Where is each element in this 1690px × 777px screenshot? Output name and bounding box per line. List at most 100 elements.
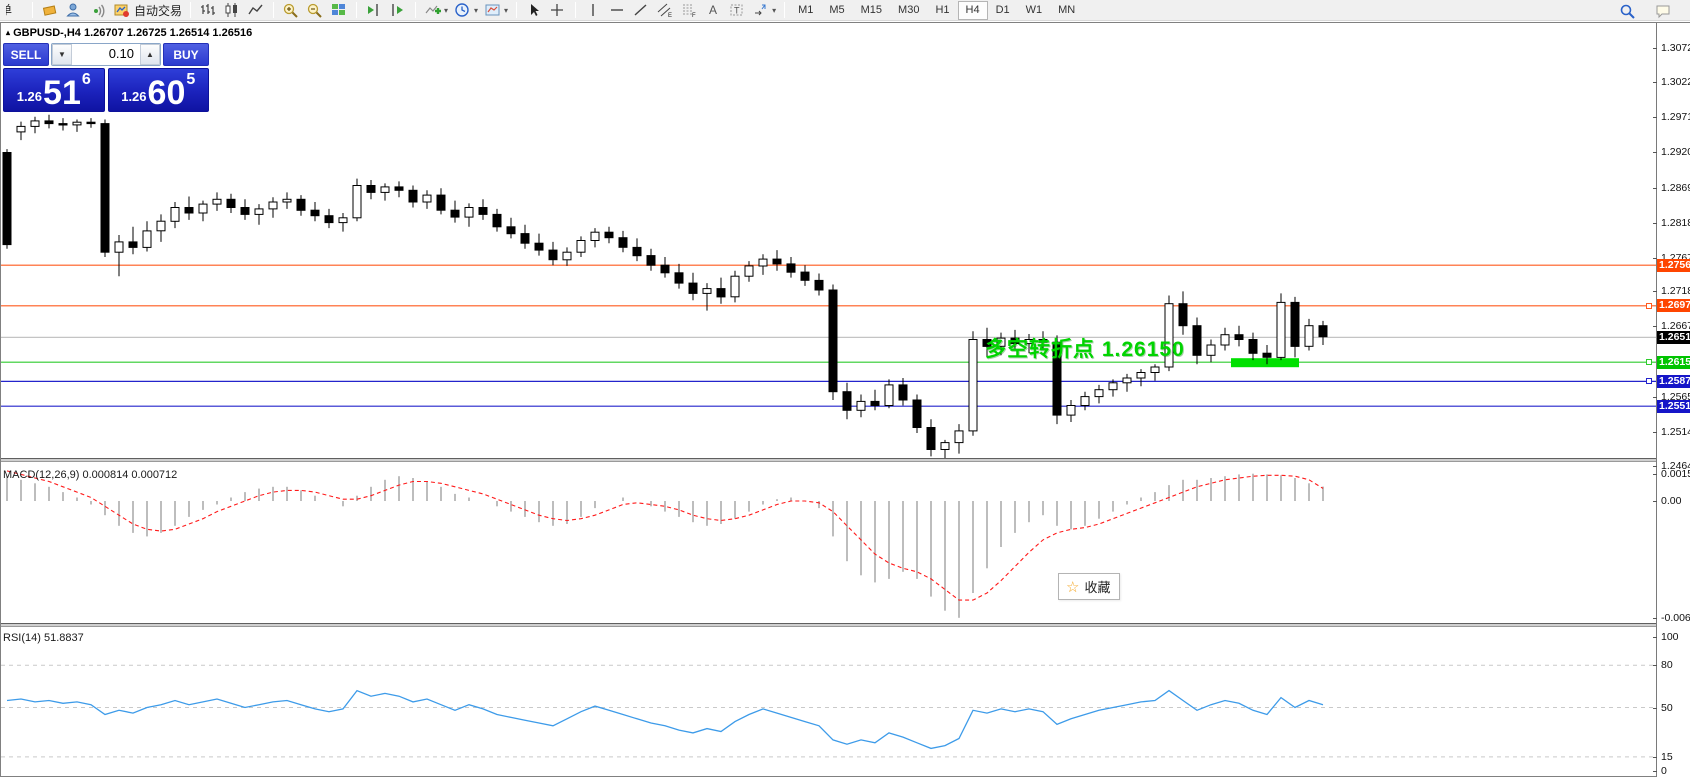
price-tag-1.2651: 1.2651 xyxy=(1657,331,1690,344)
price-1.2565-tick xyxy=(1653,397,1657,398)
rsi-100-label: 100 xyxy=(1661,631,1679,643)
signal-icon xyxy=(89,2,107,18)
chart-window[interactable]: ▴ GBPUSD-,H4 1.26707 1.26725 1.26514 1.2… xyxy=(0,22,1690,777)
svg-text:F: F xyxy=(692,13,696,18)
periods-button[interactable]: ▾ xyxy=(451,1,481,20)
rsi-15-label: 15 xyxy=(1661,751,1673,763)
add-indicator-icon xyxy=(424,2,442,18)
rsi-0-label: 0 xyxy=(1661,765,1667,777)
equidistant-channel-icon: E xyxy=(656,2,674,18)
svg-text:E: E xyxy=(668,13,672,18)
vertical-line-button[interactable] xyxy=(581,1,605,20)
chart-shift-button[interactable] xyxy=(362,1,386,20)
price-1.2971-label: 1.2971 xyxy=(1661,111,1690,123)
cursor-icon xyxy=(525,2,543,18)
crosshair-button[interactable] xyxy=(546,1,570,20)
line-handle-1.2697[interactable] xyxy=(1646,303,1652,309)
zoom-out-button[interactable] xyxy=(303,1,327,20)
toolbar-separator xyxy=(356,2,357,18)
sell-price-prefix: 1.26 xyxy=(17,89,42,104)
tile-windows-icon xyxy=(330,2,348,18)
macd-panel-sizer[interactable] xyxy=(1,458,1690,462)
volume-decrease-button[interactable]: ▼ xyxy=(52,44,72,65)
rsi-15-tick xyxy=(1653,757,1657,758)
rsi-panel-graphics xyxy=(7,691,1323,749)
favorite-tooltip[interactable]: ☆ 收藏 xyxy=(1058,573,1120,600)
text-label-button[interactable]: T xyxy=(725,1,749,20)
sell-button[interactable]: SELL xyxy=(3,43,49,66)
price-tag-1.2697: 1.2697 xyxy=(1657,299,1690,312)
rsi-label: RSI(14) 51.8837 xyxy=(3,632,84,644)
chart-autoscroll-button[interactable] xyxy=(386,1,410,20)
rsi-50-label: 50 xyxy=(1661,702,1673,714)
timeframe-m15-button[interactable]: M15 xyxy=(853,1,890,20)
equidistant-channel-button[interactable]: E xyxy=(653,1,677,20)
one-click-trade-panel: SELL ▼ 0.10 ▲ BUY 1.26 51 6 1.26 60 5 xyxy=(3,43,209,112)
modify-order-button[interactable] xyxy=(38,1,62,20)
price-1.2971-tick xyxy=(1653,117,1657,118)
timeframe-m1-button[interactable]: M1 xyxy=(790,1,821,20)
shapes-button[interactable]: ▾ xyxy=(749,1,779,20)
search-icon xyxy=(1619,3,1637,19)
line-handle-1.2615[interactable] xyxy=(1646,359,1652,365)
trend-line-button[interactable] xyxy=(629,1,653,20)
volume-increase-button[interactable]: ▲ xyxy=(140,44,160,65)
highlight-zone[interactable] xyxy=(1231,358,1299,367)
price-1.2818-label: 1.2818 xyxy=(1661,217,1690,229)
autotrading-button[interactable]: 自动交易 xyxy=(110,1,185,20)
accounts-button[interactable] xyxy=(62,1,86,20)
volume-input[interactable]: 0.10 xyxy=(72,44,140,65)
toolbar-separator xyxy=(273,2,274,18)
volume-stepper: ▼ 0.10 ▲ xyxy=(51,43,161,66)
timeframe-h1-button[interactable]: H1 xyxy=(927,1,957,20)
toolbar-separator xyxy=(32,2,33,18)
templates-icon xyxy=(484,2,502,18)
buy-price-prefix: 1.26 xyxy=(121,89,146,104)
macd-panel-graphics xyxy=(7,471,1323,618)
timeframe-w1-button[interactable]: W1 xyxy=(1018,1,1051,20)
bar-chart-mode-button[interactable] xyxy=(196,1,220,20)
candle-chart-mode-button[interactable] xyxy=(220,1,244,20)
cursor-button[interactable] xyxy=(522,1,546,20)
price-1.3022-tick xyxy=(1653,82,1657,83)
timeframe-m5-button[interactable]: M5 xyxy=(821,1,852,20)
chat-button[interactable] xyxy=(1652,1,1676,20)
add-indicator-button[interactable]: ▾ xyxy=(421,1,451,20)
buy-price-big: 60 xyxy=(148,78,186,108)
tile-windows-button[interactable] xyxy=(327,1,351,20)
symbol-ohlc-text: GBPUSD-,H4 1.26707 1.26725 1.26514 1.265… xyxy=(13,27,252,39)
buy-button[interactable]: BUY xyxy=(163,43,209,66)
price-axis[interactable]: 1.30721.30221.29711.29201.28691.28181.27… xyxy=(1656,23,1690,777)
price-1.2667-tick xyxy=(1653,326,1657,327)
horizontal-line-button[interactable] xyxy=(605,1,629,20)
toolbar-right-icons xyxy=(1616,0,1676,21)
rsi-panel-sizer[interactable] xyxy=(1,623,1690,627)
sell-quote-box[interactable]: 1.26 51 6 xyxy=(3,68,105,112)
line-chart-mode-icon xyxy=(247,2,265,18)
chart-annotation-text[interactable]: 多空转折点 1.26150 xyxy=(985,333,1185,363)
candle-chart-mode-icon xyxy=(223,2,241,18)
price-1.2869-tick xyxy=(1653,188,1657,189)
order-partial-button[interactable]: 单 xyxy=(3,1,27,20)
price-1.3072-label: 1.3072 xyxy=(1661,42,1690,54)
price-1.2514-label: 1.2514 xyxy=(1661,426,1690,438)
price-tag-1.2551: 1.2551 xyxy=(1657,400,1690,413)
templates-button[interactable]: ▾ xyxy=(481,1,511,20)
zoom-out-icon xyxy=(306,2,324,18)
signal-button[interactable] xyxy=(86,1,110,20)
text-button[interactable]: A xyxy=(701,1,725,20)
rsi-50-tick xyxy=(1653,708,1657,709)
text-label-icon: T xyxy=(728,2,746,18)
search-button[interactable] xyxy=(1616,1,1640,20)
timeframe-h4-button[interactable]: H4 xyxy=(958,1,988,20)
zoom-in-button[interactable] xyxy=(279,1,303,20)
window-marker-icon: ▴ xyxy=(6,28,10,37)
timeframe-m30-button[interactable]: M30 xyxy=(890,1,927,20)
chart-canvas[interactable] xyxy=(1,23,1690,777)
timeframe-mn-button[interactable]: MN xyxy=(1050,1,1083,20)
fibonacci-button[interactable]: F xyxy=(677,1,701,20)
line-handle-1.2587[interactable] xyxy=(1646,378,1652,384)
line-chart-mode-button[interactable] xyxy=(244,1,268,20)
timeframe-d1-button[interactable]: D1 xyxy=(988,1,1018,20)
buy-quote-box[interactable]: 1.26 60 5 xyxy=(108,68,210,112)
